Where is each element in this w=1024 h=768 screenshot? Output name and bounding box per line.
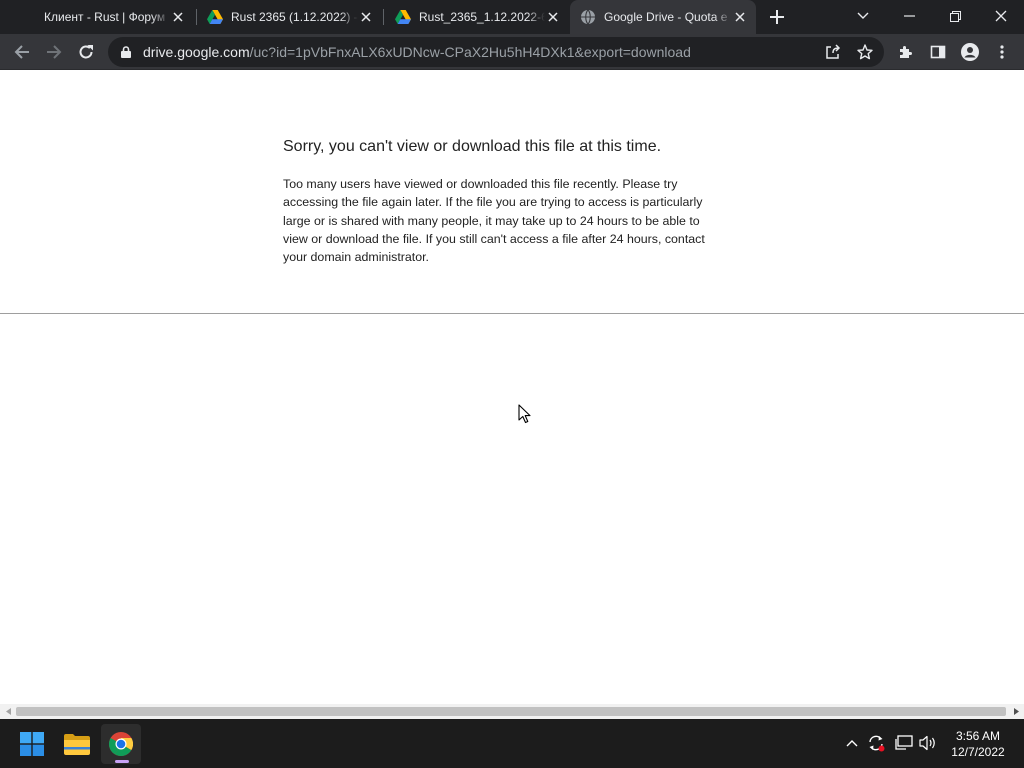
- browser-toolbar: drive.google.com/uc?id=1pVbFnxALX6xUDNcw…: [0, 34, 1024, 70]
- page-content: Sorry, you can't view or download this f…: [0, 71, 1024, 704]
- running-indicator: [115, 760, 129, 763]
- clock-date: 12/7/2022: [951, 745, 1005, 759]
- minimize-button[interactable]: [886, 0, 932, 32]
- chevron-up-icon[interactable]: [841, 732, 863, 754]
- network-icon[interactable]: [893, 732, 915, 754]
- forward-button[interactable]: [42, 40, 66, 64]
- address-bar[interactable]: drive.google.com/uc?id=1pVbFnxALX6xUDNcw…: [108, 37, 884, 67]
- google-drive-icon: [395, 9, 411, 25]
- url-host: drive.google.com: [143, 44, 250, 60]
- tab-close-icon[interactable]: [170, 9, 186, 25]
- new-tab-button[interactable]: [765, 5, 789, 29]
- tab-title: Rust 2365 (1.12.2022) -: [231, 10, 358, 24]
- error-message: Too many users have viewed or downloaded…: [283, 175, 733, 266]
- clock-time: 3:56 AM: [955, 729, 1001, 743]
- error-message-line: accessing the file again later. If the f…: [283, 195, 703, 210]
- horizontal-scrollbar[interactable]: [0, 704, 1024, 719]
- tab-close-icon[interactable]: [732, 9, 748, 25]
- tab-strip: Клиент - Rust | Форум Rust 2365 (1.12.20…: [0, 0, 1024, 34]
- tab-title: Клиент - Rust | Форум: [44, 10, 166, 24]
- side-panel-icon[interactable]: [926, 40, 950, 64]
- mouse-pointer-icon: [518, 404, 531, 429]
- tab-rust-2365[interactable]: Rust 2365 (1.12.2022) -: [198, 0, 382, 34]
- tab-rust-2365-file[interactable]: Rust_2365_1.12.2022-6: [385, 0, 569, 34]
- bookmark-star-icon[interactable]: [853, 40, 877, 64]
- lock-icon[interactable]: [119, 45, 133, 59]
- menu-kebab-icon[interactable]: [990, 40, 1014, 64]
- share-icon[interactable]: [821, 40, 845, 64]
- tab-rust-forum[interactable]: Клиент - Rust | Форум: [36, 0, 194, 34]
- tab-search-chevron-down-icon[interactable]: [840, 0, 886, 32]
- chrome-icon[interactable]: [101, 724, 141, 764]
- sync-icon[interactable]: [865, 732, 887, 754]
- globe-icon: [580, 9, 596, 25]
- system-clock[interactable]: 3:56 AM 12/7/2022: [940, 728, 1016, 760]
- tab-google-drive-quota[interactable]: Google Drive - Quota e: [570, 0, 756, 34]
- error-message-line: large or is shared with many people, it …: [283, 213, 700, 228]
- scroll-right-arrow-icon[interactable]: [1008, 704, 1024, 719]
- file-explorer-icon[interactable]: [57, 724, 97, 764]
- error-message-line: view or download the file. If you still …: [283, 231, 705, 246]
- scroll-left-arrow-icon[interactable]: [0, 704, 16, 719]
- volume-icon[interactable]: [917, 732, 939, 754]
- tab-close-icon[interactable]: [358, 9, 374, 25]
- back-button[interactable]: [10, 40, 34, 64]
- profile-avatar-icon[interactable]: [958, 40, 982, 64]
- reload-button[interactable]: [74, 40, 98, 64]
- taskbar: 3:56 AM 12/7/2022: [0, 719, 1024, 768]
- windows-start-icon[interactable]: [12, 724, 52, 764]
- close-window-button[interactable]: [978, 0, 1024, 32]
- extensions-puzzle-icon[interactable]: [894, 40, 918, 64]
- scrollbar-thumb[interactable]: [16, 707, 1006, 716]
- error-title: Sorry, you can't view or download this f…: [283, 138, 662, 155]
- tab-title: Google Drive - Quota e: [604, 10, 728, 24]
- error-message-line: Too many users have viewed or downloaded…: [283, 177, 678, 191]
- error-message-line: your domain administrator.: [283, 250, 430, 265]
- restore-button[interactable]: [932, 0, 978, 32]
- url-path: /uc?id=1pVbFnxALX6xUDNcw-CPaX2Hu5hH4DXk1…: [249, 44, 691, 60]
- tab-close-icon[interactable]: [545, 9, 561, 25]
- google-drive-icon: [207, 9, 223, 25]
- url-text[interactable]: drive.google.com/uc?id=1pVbFnxALX6xUDNcw…: [143, 44, 691, 60]
- divider: [0, 313, 1024, 314]
- tab-title: Rust_2365_1.12.2022-6: [419, 10, 545, 24]
